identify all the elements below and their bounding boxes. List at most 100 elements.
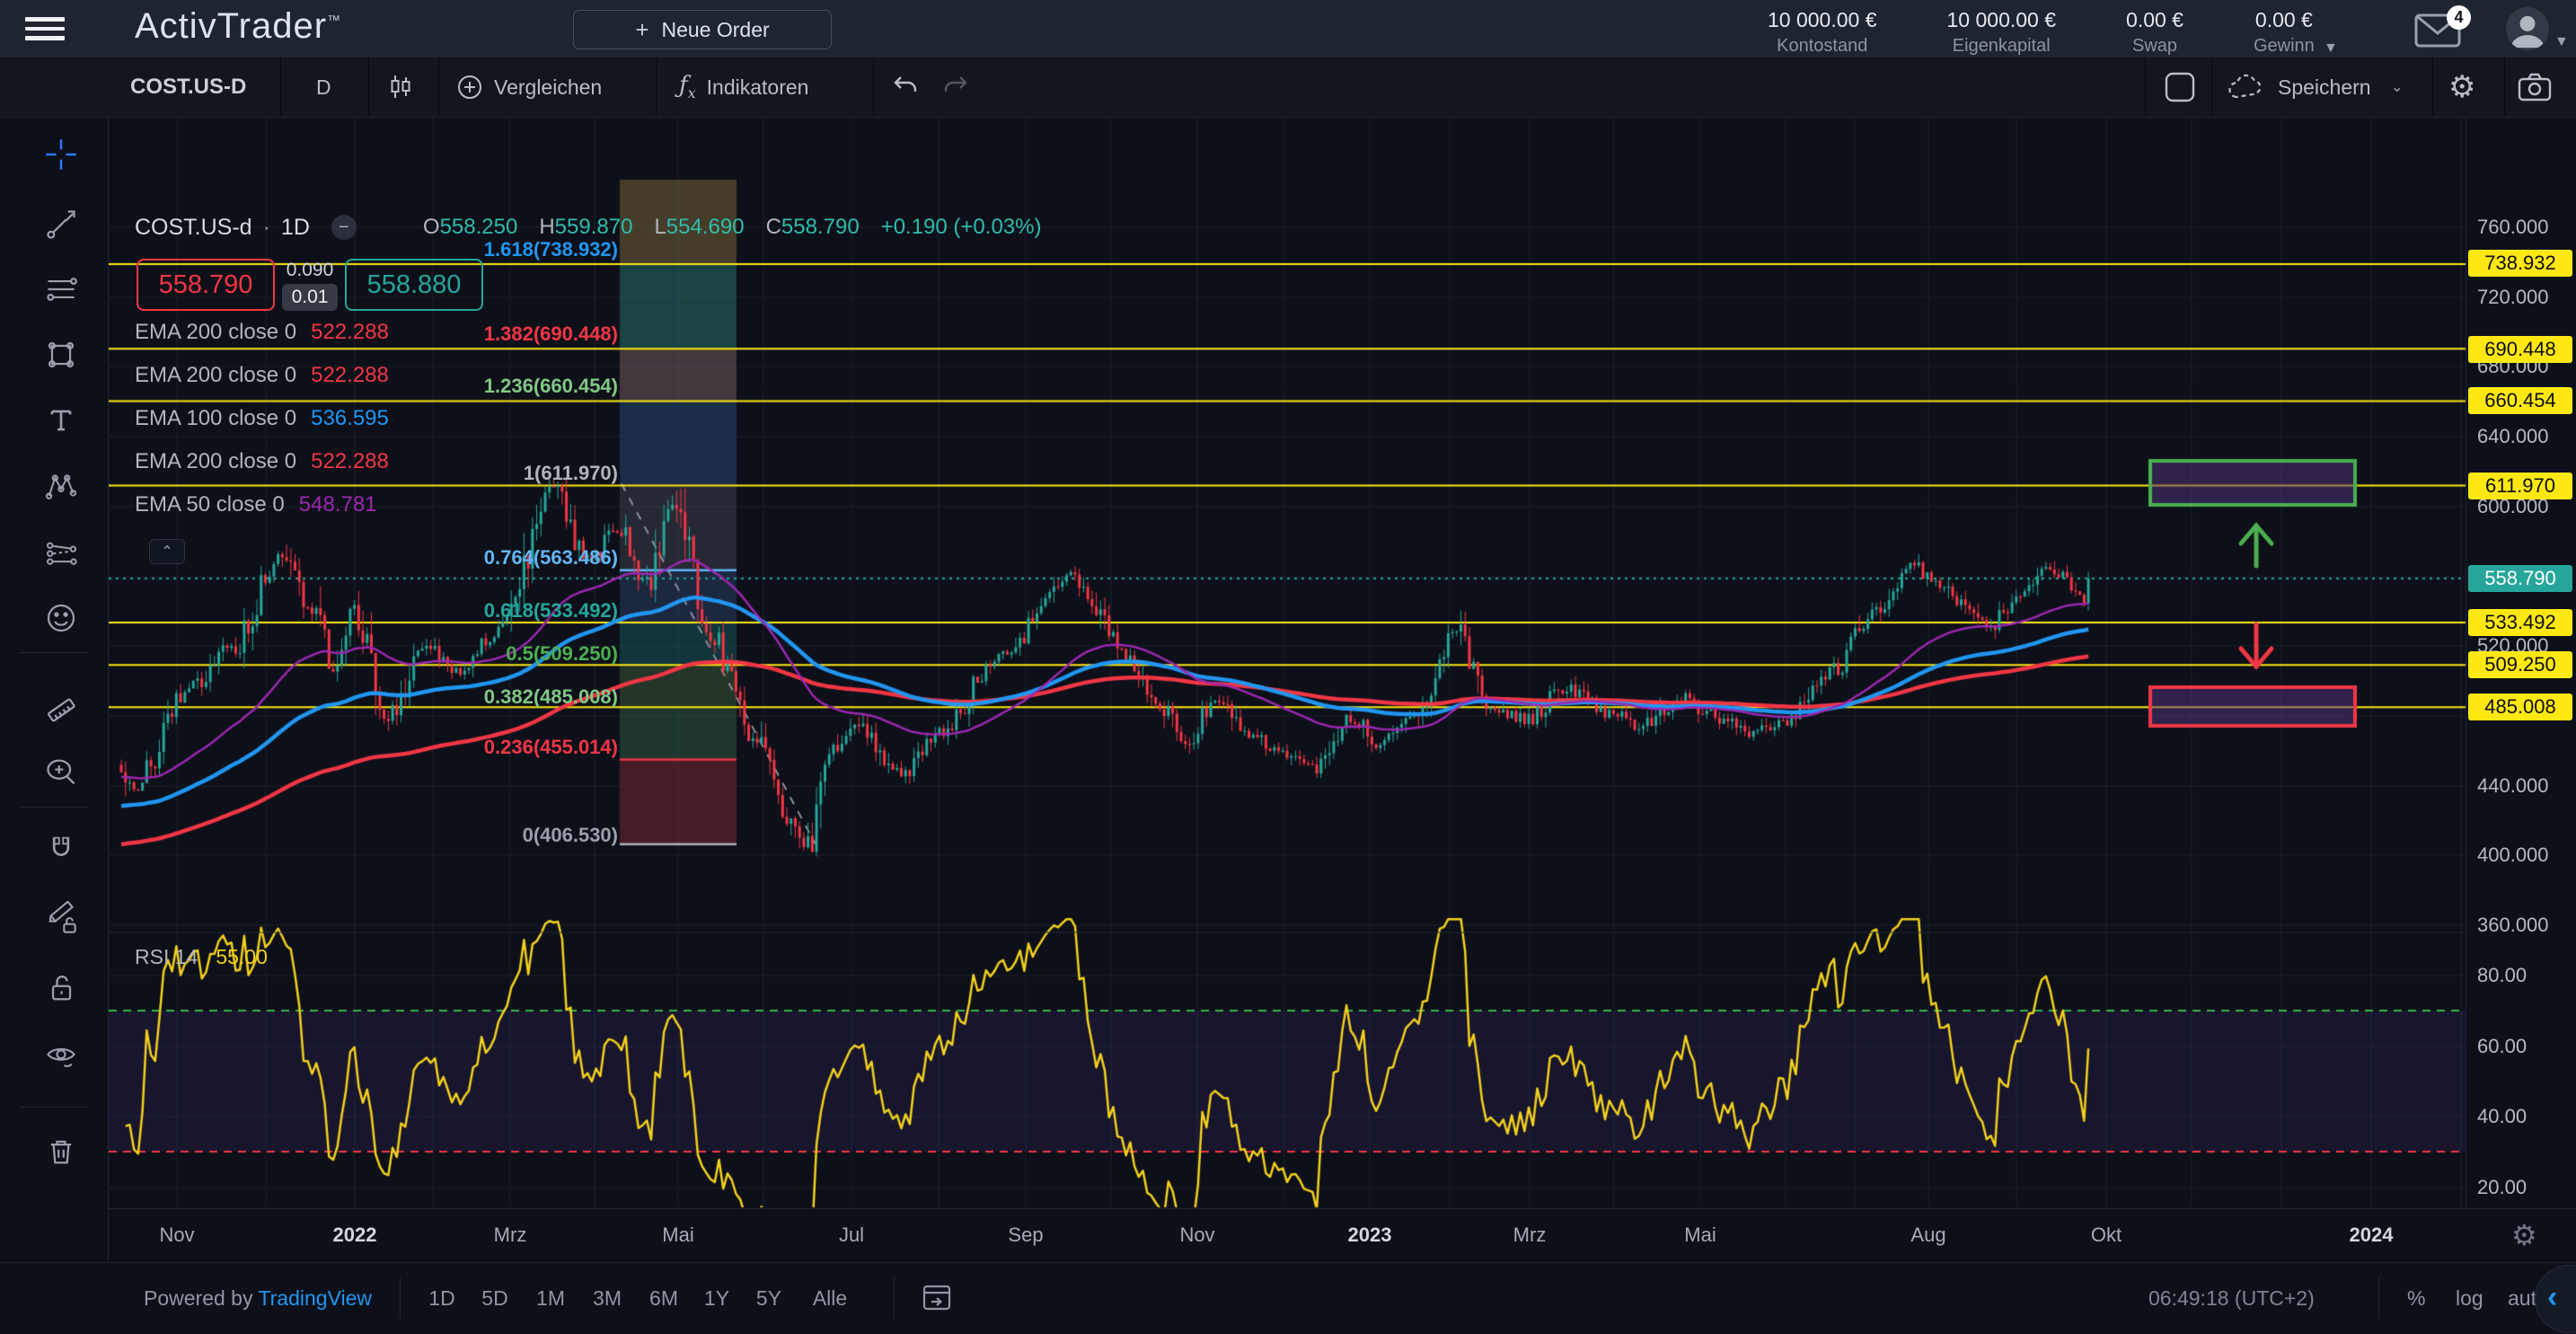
stat-kontostand: 10 000.00 €Kontostand xyxy=(1768,8,1877,57)
bottom-toolbar: Powered by TradingView 1D5D1M3M6M1Y5YAll… xyxy=(0,1262,2576,1334)
price-tick: 760.000 xyxy=(2477,216,2549,239)
time-tick: Mrz xyxy=(1513,1224,1547,1247)
pane-collapse-button[interactable]: ⌃ xyxy=(149,539,185,564)
indicators-button[interactable]: ƒx Indikatoren xyxy=(679,57,808,117)
fib-level-label: 0.764(563.486) xyxy=(133,546,618,570)
indicator-legend-row: EMA 50 close 0548.781 xyxy=(135,492,377,517)
chart-legend: COST.US-d · 1D − O558.250 H559.870 L554.… xyxy=(135,214,1041,241)
range-button-1y[interactable]: 1Y xyxy=(704,1286,729,1311)
buy-button[interactable]: 558.880 xyxy=(345,259,483,311)
percent-scale-button[interactable]: % xyxy=(2407,1286,2425,1311)
range-button-5d[interactable]: 5D xyxy=(481,1286,507,1311)
zoom-in-tool-icon[interactable] xyxy=(43,755,79,791)
time-axis[interactable]: ⚙ Nov2022MrzMaiJulSepNov2023MrzMaiAugOkt… xyxy=(0,1208,2576,1263)
time-tick: Mrz xyxy=(494,1224,527,1247)
cloud-icon xyxy=(2228,73,2267,102)
legend-collapse-button[interactable]: − xyxy=(331,215,357,240)
legend-symbol: COST.US-d xyxy=(135,215,252,241)
chevron-left-icon: ‹ xyxy=(2547,1280,2557,1315)
lock-all-tool-icon[interactable] xyxy=(43,970,79,1006)
magnet-tool-icon[interactable] xyxy=(43,832,79,868)
range-button-3m[interactable]: 3M xyxy=(593,1286,622,1311)
text-tool-icon[interactable] xyxy=(43,402,79,438)
horizontal-lines-tool-icon[interactable] xyxy=(43,271,79,307)
new-order-button[interactable]: + Neue Order xyxy=(573,10,832,49)
forecast-tool-icon[interactable] xyxy=(43,534,79,570)
range-button-6m[interactable]: 6M xyxy=(649,1286,678,1311)
redo-button[interactable] xyxy=(941,57,968,117)
sidebar-divider xyxy=(20,1107,88,1108)
avatar-caret-icon[interactable]: ▼ xyxy=(2554,34,2569,50)
log-scale-button[interactable]: log xyxy=(2456,1286,2483,1311)
ohlc-values: O558.250 H559.870 L554.690 C558.790 +0.1… xyxy=(423,215,1042,240)
symbol-button[interactable]: COST.US-D xyxy=(130,57,246,117)
price-tick: 60.00 xyxy=(2477,1035,2527,1058)
undo-button[interactable] xyxy=(893,57,920,117)
ruler-tool-icon[interactable] xyxy=(43,692,79,728)
price-tick: 440.000 xyxy=(2477,774,2549,798)
fx-icon: ƒx xyxy=(679,72,696,102)
price-tick: 640.000 xyxy=(2477,425,2549,448)
fib-level-label: 0.5(509.250) xyxy=(133,642,618,666)
range-button-1m[interactable]: 1M xyxy=(536,1286,565,1311)
screenshot-button[interactable] xyxy=(2517,57,2553,117)
tradingview-link[interactable]: TradingView xyxy=(258,1286,372,1310)
draw-lock-tool-icon[interactable] xyxy=(43,900,79,936)
chart-toolbar: COST.US-D D Vergleichen ƒx Indikatoren xyxy=(0,57,2576,118)
compare-button[interactable]: Vergleichen xyxy=(456,57,602,117)
time-tick: 2023 xyxy=(1348,1224,1392,1247)
range-button-5y[interactable]: 5Y xyxy=(756,1286,781,1311)
rsi-legend: RSI 1455.00 xyxy=(135,945,268,969)
layout-icon xyxy=(2163,70,2197,104)
range-button-1d[interactable]: 1D xyxy=(428,1286,454,1311)
hide-all-tool-icon[interactable] xyxy=(43,1038,79,1074)
settings-button[interactable]: ⚙ xyxy=(2448,57,2475,117)
price-tick: 720.000 xyxy=(2477,286,2549,309)
range-button-alle[interactable]: Alle xyxy=(813,1286,847,1311)
crosshair-tool-icon[interactable] xyxy=(43,137,79,172)
avatar[interactable] xyxy=(2506,7,2549,50)
time-tick: 2022 xyxy=(333,1224,377,1247)
mail-badge: 4 xyxy=(2447,5,2471,30)
topbar: ActivTrader™ + Neue Order 10 000.00 €Kon… xyxy=(0,0,2576,57)
indicator-legend-row: EMA 200 close 0522.288 xyxy=(135,449,389,474)
trend-line-tool-icon[interactable] xyxy=(43,207,79,243)
redo-icon xyxy=(941,75,968,99)
time-tick: 2024 xyxy=(2350,1224,2394,1247)
time-tick: Sep xyxy=(1008,1224,1043,1247)
drawing-toolbar xyxy=(0,117,109,1262)
time-tick: Mai xyxy=(662,1224,693,1247)
time-axis-gear-icon[interactable]: ⚙ xyxy=(2511,1218,2537,1252)
price-badge: 485.008 xyxy=(2468,694,2572,720)
chart-canvas[interactable] xyxy=(0,0,2576,1333)
clock[interactable]: 06:49:18 (UTC+2) xyxy=(2148,1286,2315,1311)
candles-icon xyxy=(388,74,413,101)
menu-icon[interactable] xyxy=(25,17,65,40)
indicator-legend-row: EMA 100 close 0536.595 xyxy=(135,406,389,431)
goto-date-button[interactable] xyxy=(922,1283,952,1312)
layout-button[interactable] xyxy=(2163,57,2197,117)
save-button[interactable]: Speichern ⌄ xyxy=(2228,57,2404,117)
price-badge: 738.932 xyxy=(2468,250,2572,277)
xabcd-pattern-tool-icon[interactable] xyxy=(43,468,79,504)
chevron-down-icon: ▼ xyxy=(2324,40,2338,57)
price-axis[interactable]: 760.000720.000680.000640.000600.000520.0… xyxy=(2466,117,2576,1262)
sidebar-divider xyxy=(20,807,88,808)
rectangle-tool-icon[interactable] xyxy=(43,337,79,373)
emoji-tool-icon[interactable] xyxy=(43,600,79,636)
indicator-legend-row: EMA 200 close 0522.288 xyxy=(135,363,389,388)
trash-tool-icon[interactable] xyxy=(43,1134,79,1170)
spread: 0.090 0.01 xyxy=(282,259,338,311)
time-tick: Mai xyxy=(1684,1224,1716,1247)
price-badge: 611.970 xyxy=(2468,473,2572,499)
stat-gewinn[interactable]: 0.00 €Gewinn▼ xyxy=(2254,8,2315,57)
time-tick: Aug xyxy=(1910,1224,1945,1247)
plus-circle-icon xyxy=(456,74,483,101)
sell-button[interactable]: 558.790 xyxy=(137,259,275,311)
price-badge: 533.492 xyxy=(2468,609,2572,636)
interval-button[interactable]: D xyxy=(316,57,331,117)
chart-type-button[interactable] xyxy=(388,57,413,117)
price-tick: 80.00 xyxy=(2477,964,2527,987)
fib-level-label: 0.236(455.014) xyxy=(133,736,618,759)
price-badge: 660.454 xyxy=(2468,387,2572,414)
